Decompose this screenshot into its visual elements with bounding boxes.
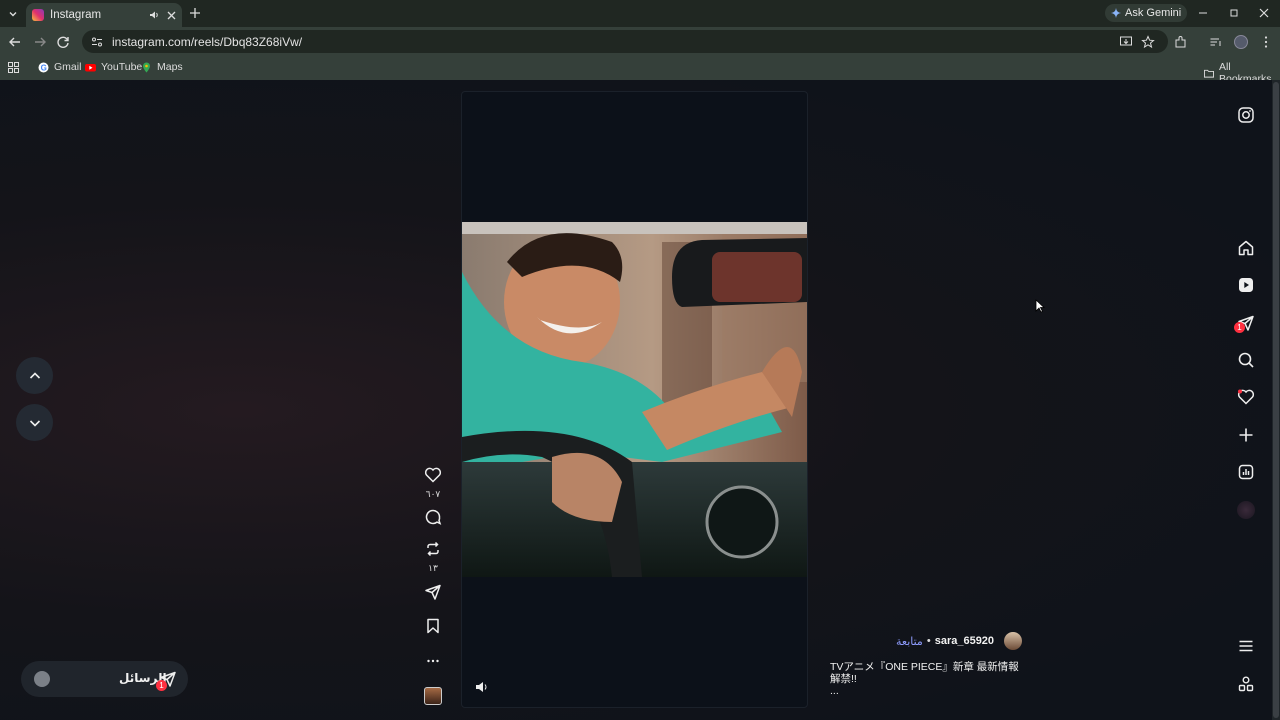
messages-badge: 1 (156, 680, 167, 691)
notifications-heart-icon[interactable] (1237, 388, 1255, 406)
heart-icon[interactable] (424, 466, 442, 484)
sidebar-messages-badge: 1 (1234, 322, 1245, 333)
gemini-sparkle-icon (1111, 8, 1121, 18)
bookmark-icon[interactable] (424, 617, 442, 635)
close-window-icon[interactable] (1257, 6, 1271, 20)
dashboard-chart-icon[interactable] (1237, 463, 1255, 481)
hamburger-menu-icon[interactable] (1237, 637, 1255, 655)
address-bar[interactable]: instagram.com/reels/Dbq83Z68iVw/ (82, 30, 1168, 53)
close-tab-icon[interactable] (167, 11, 176, 20)
profile-avatar-icon[interactable] (1237, 501, 1255, 519)
chevron-down-icon (29, 419, 40, 427)
bookmark-maps[interactable]: Maps (141, 61, 183, 73)
reel-video-frame-image (462, 222, 807, 577)
follow-link[interactable]: متابعة (896, 635, 923, 648)
url-text[interactable]: instagram.com/reels/Dbq83Z68iVw/ (112, 35, 302, 49)
reel-caption[interactable]: TVアニメ『ONE PIECE』新章 最新情報 解禁!! ... (830, 661, 1030, 697)
comment-icon[interactable] (424, 508, 442, 526)
like-action[interactable]: ٦٠٧ (423, 466, 443, 499)
ask-gemini-label: Ask Gemini (1125, 7, 1182, 19)
previous-reel-button[interactable] (16, 357, 53, 394)
also-from-meta-icon[interactable] (1237, 675, 1255, 693)
media-controls-icon[interactable] (1209, 35, 1223, 49)
share-action[interactable] (423, 583, 443, 606)
messages-avatar (34, 671, 50, 687)
reload-icon[interactable] (55, 34, 71, 50)
scrollbar-thumb[interactable] (1273, 82, 1279, 718)
more-menu-icon[interactable] (1259, 35, 1273, 49)
install-app-icon[interactable] (1119, 35, 1133, 49)
instagram-logo-icon[interactable] (1237, 106, 1255, 124)
browser-titlebar: Instagram Ask Gemini (0, 0, 1280, 27)
svg-text:G: G (41, 63, 47, 72)
reel-video[interactable] (462, 222, 807, 577)
bookmarks-bar: G Gmail YouTube Maps All Bookmarks (0, 56, 1280, 85)
repost-count: ١٣ (428, 563, 438, 573)
ask-gemini-button[interactable]: Ask Gemini (1105, 4, 1188, 22)
bookmark-gmail-label: Gmail (54, 61, 82, 73)
instagram-favicon-icon (32, 9, 44, 21)
bookmark-youtube-label: YouTube (101, 61, 143, 73)
like-count: ٦٠٧ (425, 489, 441, 499)
site-info-icon[interactable] (90, 35, 104, 49)
forward-arrow-icon[interactable] (32, 34, 48, 50)
save-action[interactable] (423, 617, 443, 640)
bookmark-youtube[interactable]: YouTube (85, 61, 142, 73)
youtube-icon (85, 63, 96, 71)
repost-action[interactable]: ١٣ (423, 540, 443, 573)
reel-player[interactable] (461, 91, 808, 708)
bookmark-maps-label: Maps (157, 61, 183, 73)
caption-more[interactable]: ... (830, 685, 1030, 697)
google-icon: G (38, 62, 49, 72)
next-reel-button[interactable] (16, 404, 53, 441)
folder-icon (1204, 69, 1214, 78)
reels-icon[interactable] (1237, 276, 1255, 294)
bookmark-star-icon[interactable] (1141, 35, 1155, 49)
instagram-reels-page: ٦٠٧ ١٣ متابعة • sara_65920 TVアニメ『ONE PIE… (0, 80, 1272, 720)
chevron-up-icon (29, 371, 40, 379)
maps-pin-icon (143, 62, 150, 72)
comment-action[interactable] (423, 508, 443, 531)
browser-tab-instagram[interactable]: Instagram (26, 3, 182, 27)
separator-dot: • (926, 635, 931, 647)
mouse-cursor-icon (1035, 299, 1045, 313)
repost-icon[interactable] (424, 540, 442, 558)
minimize-icon[interactable] (1196, 6, 1210, 20)
share-send-icon[interactable] (424, 583, 442, 601)
create-plus-icon[interactable] (1237, 426, 1255, 444)
volume-icon[interactable] (474, 679, 490, 695)
owner-username[interactable]: sara_65920 (935, 635, 994, 647)
speaker-icon[interactable] (149, 10, 159, 20)
tab-title: Instagram (50, 9, 102, 21)
back-arrow-icon[interactable] (7, 34, 23, 50)
audio-owner-avatar[interactable] (424, 687, 442, 705)
extensions-icon[interactable] (1174, 35, 1188, 49)
chevron-down-icon (9, 12, 17, 17)
search-icon[interactable] (1237, 351, 1255, 369)
tab-search-button[interactable] (4, 5, 22, 23)
more-horizontal-icon[interactable] (424, 652, 442, 670)
profile-avatar[interactable] (1234, 35, 1248, 49)
caption-line-1: TVアニメ『ONE PIECE』新章 最新情報 (830, 661, 1019, 673)
caption-line-2: 解禁!! (830, 673, 857, 685)
owner-avatar[interactable] (1004, 632, 1023, 650)
bookmark-gmail[interactable]: G Gmail (38, 61, 81, 73)
page-scrollbar[interactable] (1272, 80, 1280, 720)
reel-owner-row: متابعة • sara_65920 (896, 632, 1023, 650)
apps-grid-icon[interactable] (8, 62, 19, 73)
restore-icon[interactable] (1227, 6, 1241, 20)
browser-toolbar: instagram.com/reels/Dbq83Z68iVw/ (0, 27, 1280, 56)
messages-button[interactable]: الرسائل 1 (21, 661, 188, 697)
more-options-action[interactable] (423, 652, 443, 675)
new-tab-icon[interactable] (188, 6, 202, 20)
home-icon[interactable] (1237, 239, 1255, 257)
